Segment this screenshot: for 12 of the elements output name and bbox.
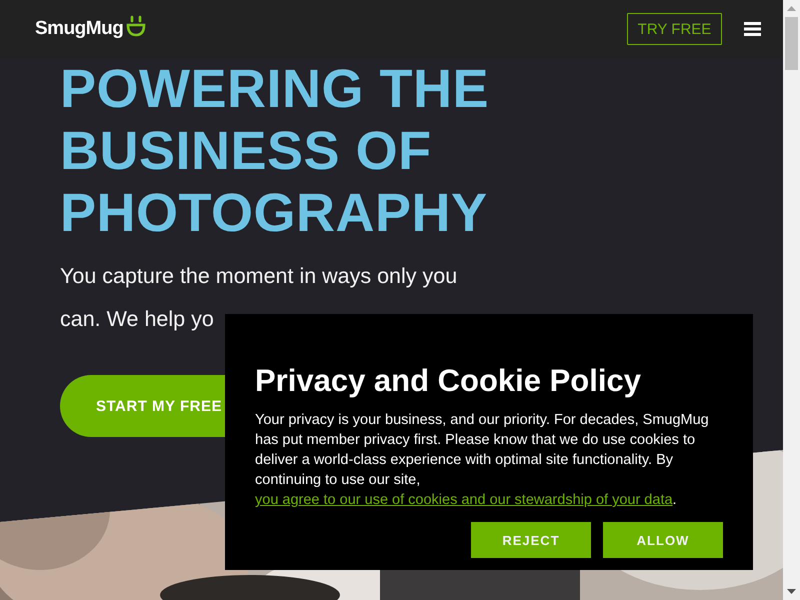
scrollbar[interactable]: [783, 0, 800, 600]
headline-line: PHOTOGRAPHY: [60, 182, 489, 244]
policy-link[interactable]: you agree to our use of cookies and our stewardship of your data: [255, 492, 673, 508]
subtitle-line: You capture the moment in ways only you: [60, 263, 458, 290]
menu-icon[interactable]: [744, 22, 761, 36]
logo-text[interactable]: SmugMug: [35, 18, 124, 40]
headline-line: POWERING THE: [60, 58, 490, 120]
subtitle-line: can. We help yo: [60, 306, 215, 333]
headline-line: BUSINESS OF: [60, 120, 433, 182]
scroll-thumb[interactable]: [785, 17, 798, 70]
try-free-button[interactable]: TRY FREE: [627, 13, 722, 45]
smile-logo-icon: [126, 15, 146, 37]
